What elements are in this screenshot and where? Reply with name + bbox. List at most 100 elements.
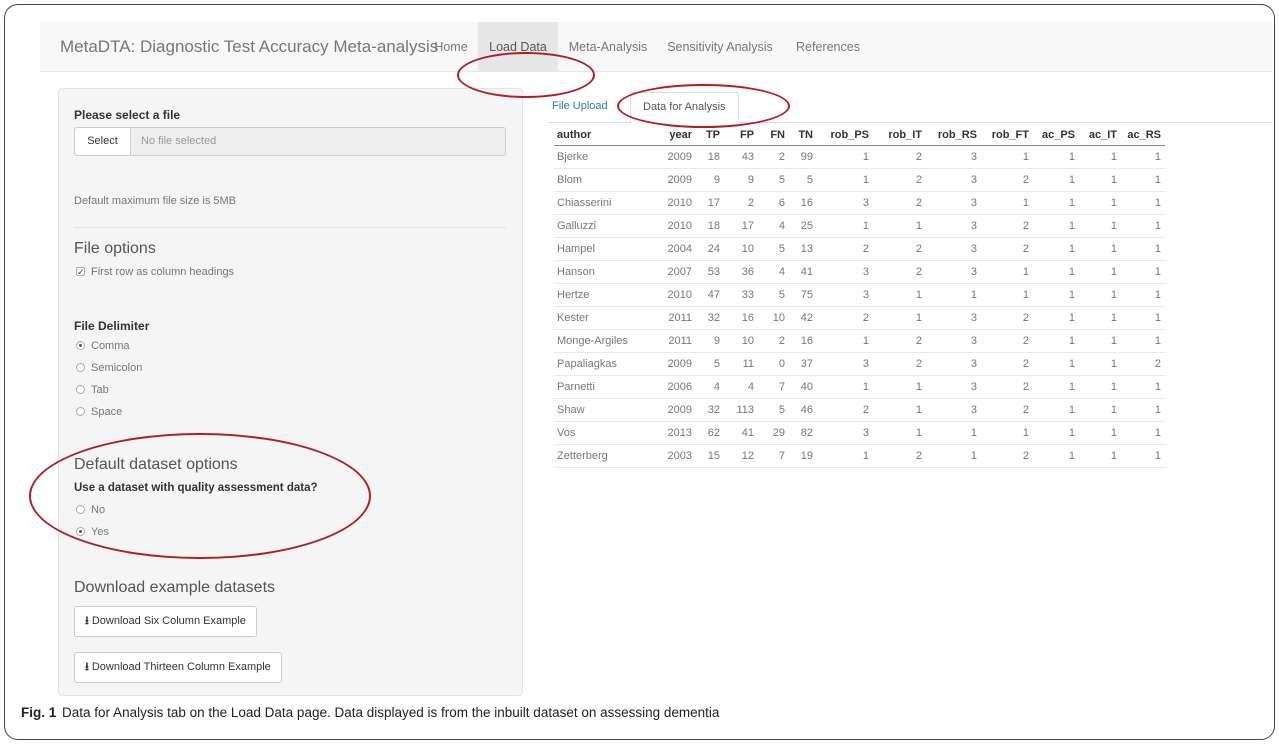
column-header[interactable]: author xyxy=(554,125,652,146)
nav-meta-analysis[interactable]: Meta-Analysis xyxy=(562,22,654,72)
table-cell: 1 xyxy=(873,421,926,445)
table-cell: 2 xyxy=(873,168,926,192)
quality-no-radio[interactable]: No xyxy=(76,503,105,517)
table-cell: 1 xyxy=(1033,398,1079,422)
table-cell: 10 xyxy=(724,329,758,353)
column-header[interactable]: ac_PS xyxy=(1033,125,1079,146)
table-cell: 2009 xyxy=(652,398,696,422)
table-cell: 1 xyxy=(926,421,981,445)
table-cell: 113 xyxy=(724,398,758,422)
column-header[interactable]: TN xyxy=(789,125,817,146)
table-cell: 2 xyxy=(873,260,926,284)
delimiter-semicolon-radio[interactable]: Semicolon xyxy=(76,361,142,375)
radio-selected-icon[interactable] xyxy=(76,527,85,536)
column-header[interactable]: TP xyxy=(696,125,724,146)
nav-references[interactable]: References xyxy=(788,22,868,72)
table-row: Vos 2013 62 41 29 82 3 1 1 1 1 1 1 xyxy=(554,421,1165,445)
table-cell: 1 xyxy=(1079,352,1121,376)
delimiter-comma-radio[interactable]: Comma xyxy=(76,339,130,353)
tab-data-for-analysis[interactable]: Data for Analysis xyxy=(630,92,739,123)
table-cell: 3 xyxy=(926,352,981,376)
table-cell: 1 xyxy=(873,283,926,307)
radio-icon[interactable] xyxy=(76,505,85,514)
table-cell: 2010 xyxy=(652,214,696,238)
table-cell: Blom xyxy=(554,168,652,192)
radio-icon[interactable] xyxy=(76,363,85,372)
radio-selected-icon[interactable] xyxy=(76,341,85,350)
column-header[interactable]: ac_RS xyxy=(1121,125,1165,146)
nav-home[interactable]: Home xyxy=(428,22,474,72)
table-cell: 2 xyxy=(873,237,926,261)
table-cell: 1 xyxy=(1079,444,1121,468)
file-name-placeholder: No file selected xyxy=(141,135,217,147)
table-cell: 1 xyxy=(873,214,926,238)
table-cell: 1 xyxy=(1033,145,1079,169)
table-cell: Hertze xyxy=(554,283,652,307)
table-cell: 13 xyxy=(789,237,817,261)
tab-file-upload[interactable]: File Upload xyxy=(552,92,608,123)
table-cell: 1 xyxy=(1121,421,1165,445)
table-cell: Hampel xyxy=(554,237,652,261)
table-cell: 1 xyxy=(1033,260,1079,284)
column-header[interactable]: FP xyxy=(724,125,758,146)
table-cell: 1 xyxy=(981,283,1033,307)
table-row: Zetterberg 2003 15 12 7 19 1 2 1 2 1 1 1 xyxy=(554,444,1165,468)
table-cell: 1 xyxy=(1079,283,1121,307)
table-cell: 1 xyxy=(1033,191,1079,215)
table-cell: 2 xyxy=(981,237,1033,261)
caption-label: Fig. 1 xyxy=(21,705,57,720)
table-cell: 2 xyxy=(724,191,758,215)
table-cell: Bjerke xyxy=(554,145,652,169)
select-file-button[interactable]: Select xyxy=(75,128,131,155)
table-cell: 1 xyxy=(1079,237,1121,261)
column-header[interactable]: FN xyxy=(758,125,789,146)
table-cell: 2 xyxy=(817,306,873,330)
table-cell: 17 xyxy=(724,214,758,238)
table-cell: 1 xyxy=(1121,283,1165,307)
table-cell: 5 xyxy=(758,237,789,261)
column-header[interactable]: rob_RS xyxy=(926,125,981,146)
table-cell: 41 xyxy=(789,260,817,284)
checkbox-checked-icon[interactable] xyxy=(76,265,85,279)
file-input[interactable]: Select No file selected xyxy=(74,127,506,156)
column-header[interactable]: rob_FT xyxy=(981,125,1033,146)
table-cell: 1 xyxy=(1121,191,1165,215)
table-cell: 2 xyxy=(873,145,926,169)
table-cell: 29 xyxy=(758,421,789,445)
table-cell: 2 xyxy=(981,306,1033,330)
radio-icon[interactable] xyxy=(76,385,85,394)
table-cell: 5 xyxy=(758,168,789,192)
radio-icon[interactable] xyxy=(76,407,85,416)
download-thirteen-column-button[interactable]: ⭳ Download Thirteen Column Example xyxy=(74,652,282,683)
table-cell: 3 xyxy=(926,214,981,238)
table-cell: 1 xyxy=(1079,421,1121,445)
app-brand[interactable]: MetaDTA: Diagnostic Test Accuracy Meta-a… xyxy=(60,22,438,72)
table-cell: 9 xyxy=(696,168,724,192)
download-six-column-button[interactable]: ⭳ Download Six Column Example xyxy=(74,606,257,637)
column-header[interactable]: rob_IT xyxy=(873,125,926,146)
column-header[interactable]: ac_IT xyxy=(1079,125,1121,146)
table-cell: 2010 xyxy=(652,283,696,307)
file-options-heading: File options xyxy=(74,240,156,257)
table-cell: 62 xyxy=(696,421,724,445)
table-row: Galluzzi 2010 18 17 4 25 1 1 3 2 1 1 1 xyxy=(554,214,1165,238)
nav-sensitivity-analysis[interactable]: Sensitivity Analysis xyxy=(658,22,782,72)
table-row: Kester 2011 32 16 10 42 2 1 3 2 1 1 1 xyxy=(554,306,1165,330)
table-cell: 1 xyxy=(1033,237,1079,261)
table-cell: 1 xyxy=(1033,329,1079,353)
table-row: Blom 2009 9 9 5 5 1 2 3 2 1 1 1 xyxy=(554,168,1165,192)
column-header[interactable]: rob_PS xyxy=(817,125,873,146)
file-delimiter-label: File Delimiter xyxy=(74,319,150,333)
table-cell: 2004 xyxy=(652,237,696,261)
table-cell: 82 xyxy=(789,421,817,445)
table-cell: Vos xyxy=(554,421,652,445)
column-header[interactable]: year xyxy=(652,125,696,146)
nav-load-data[interactable]: Load Data xyxy=(478,22,558,72)
first-row-header-checkbox[interactable]: First row as column headings xyxy=(76,265,234,279)
delimiter-tab-radio[interactable]: Tab xyxy=(76,383,109,397)
table-cell: 3 xyxy=(926,375,981,399)
quality-yes-radio[interactable]: Yes xyxy=(76,525,109,539)
delimiter-space-radio[interactable]: Space xyxy=(76,405,122,419)
table-cell: 1 xyxy=(981,145,1033,169)
table-cell: 16 xyxy=(789,191,817,215)
